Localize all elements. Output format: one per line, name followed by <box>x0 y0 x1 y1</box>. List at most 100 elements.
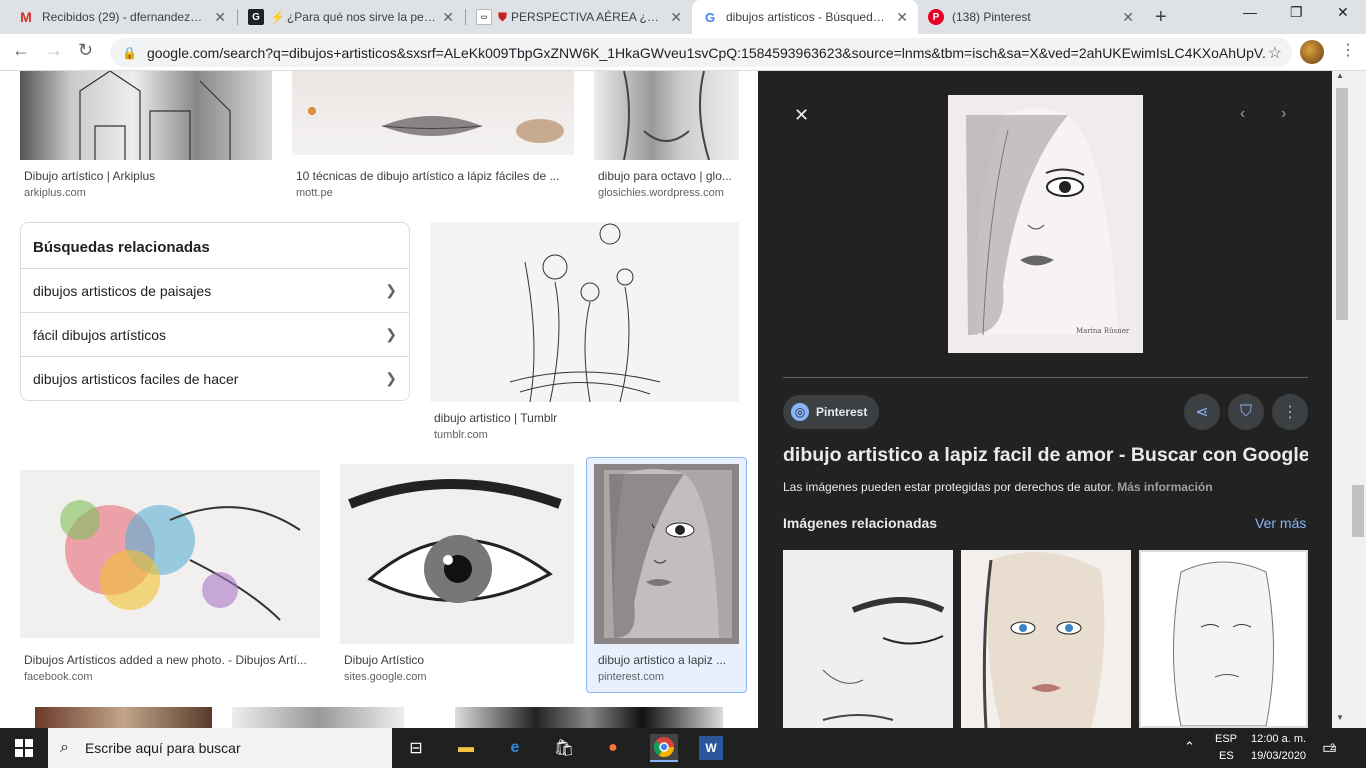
clock-time[interactable]: 12:00 a. m. <box>1251 733 1306 745</box>
related-image[interactable] <box>783 550 953 728</box>
reload-button[interactable]: ↻ <box>78 40 93 61</box>
notifications-button[interactable]: ▭ 2 <box>1322 738 1346 758</box>
result-thumb-arkiplus[interactable] <box>20 71 272 160</box>
result-caption[interactable]: dibujo artistico | Tumblr <box>434 411 734 425</box>
new-tab-button[interactable]: + <box>1155 6 1167 29</box>
signature-text: Marina Rüsner <box>1076 327 1130 335</box>
page-scroll-thumb[interactable] <box>1352 485 1364 537</box>
close-tab-icon[interactable]: ✕ <box>1122 9 1134 26</box>
close-window-button[interactable]: ✕ <box>1337 4 1349 21</box>
related-image[interactable] <box>1139 550 1308 728</box>
see-more-link[interactable]: Ver más <box>1255 515 1306 531</box>
back-button[interactable]: ← <box>12 40 30 61</box>
chrome-icon[interactable] <box>650 734 678 762</box>
language-bottom[interactable]: ES <box>1219 750 1234 762</box>
tab-gmail[interactable]: M Recibidos (29) - dfernandezalva ✕ <box>8 0 236 34</box>
save-button[interactable]: ⛉ <box>1228 394 1264 430</box>
edge-icon[interactable]: e <box>503 736 527 760</box>
profile-avatar[interactable] <box>1300 40 1324 64</box>
close-tab-icon[interactable]: ✕ <box>214 9 226 26</box>
tab-perspectiva[interactable]: G ⚡ ¿Para qué nos sirve la persp ✕ <box>238 0 464 34</box>
taskbar-search-placeholder: Escribe aquí para buscar <box>84 740 241 756</box>
minimize-button[interactable]: — <box>1243 4 1257 20</box>
source-chip[interactable]: ◎ Pinterest <box>783 395 880 429</box>
related-searches-card: Búsquedas relacionadas dibujos artistico… <box>20 222 410 401</box>
result-caption[interactable]: 10 técnicas de dibujo artístico a lápiz … <box>296 169 572 183</box>
maximize-button[interactable]: ❐ <box>1290 4 1303 21</box>
result-caption[interactable]: Dibujo artístico | Arkiplus <box>24 169 272 183</box>
related-search-item[interactable]: fácil dibujos artísticos ❯ <box>21 312 409 356</box>
share-icon: ⋖ <box>1195 404 1209 421</box>
related-image[interactable] <box>961 550 1131 728</box>
show-hidden-icons[interactable]: ⌃ <box>1184 739 1195 755</box>
sketch-woman-icon <box>1173 561 1274 727</box>
file-explorer-icon[interactable]: ▬ <box>454 736 478 760</box>
result-caption[interactable]: dibujo artistico a lapiz ... <box>598 653 736 667</box>
result-thumb-partial[interactable] <box>232 707 404 728</box>
sketch-jellyfish-icon <box>509 223 661 402</box>
related-search-item[interactable]: dibujos artisticos faciles de hacer ❯ <box>21 356 409 400</box>
windows-logo-icon <box>15 739 33 757</box>
sketch-eye-icon <box>348 479 562 603</box>
more-info-link[interactable]: Más información <box>1117 480 1212 494</box>
search-icon: ⌕ <box>60 739 69 756</box>
related-search-item[interactable]: dibujos artisticos de paisajes ❯ <box>21 268 409 312</box>
chevron-right-icon: ❯ <box>385 282 397 298</box>
close-tab-icon[interactable]: ✕ <box>670 9 682 26</box>
share-button[interactable]: ⋖ <box>1184 394 1220 430</box>
preview-title[interactable]: dibujo artistico a lapiz facil de amor -… <box>783 444 1308 467</box>
related-searches-title: Búsquedas relacionadas <box>33 239 210 256</box>
clock-date[interactable]: 19/03/2020 <box>1251 750 1306 762</box>
tab-perspectiva-aerea[interactable]: ▭ ⛊ PERSPECTIVA AÉREA ¿Qué ✕ <box>466 0 692 34</box>
result-source: pinterest.com <box>598 671 665 683</box>
language-top[interactable]: ESP <box>1215 733 1237 745</box>
task-view-icon[interactable]: ⊟ <box>404 736 428 760</box>
notification-count: 2 <box>1330 742 1336 752</box>
result-thumb-eye[interactable] <box>340 464 574 644</box>
result-source: glosichies.wordpress.com <box>598 187 724 199</box>
sketch-face-icon <box>604 469 732 638</box>
tab-google-search[interactable]: G dibujos artisticos - Búsqueda de ✕ <box>692 0 918 34</box>
store-icon[interactable]: 🛍 <box>552 736 576 760</box>
firefox-icon[interactable]: ● <box>601 736 625 760</box>
tab-title: (138) Pinterest <box>952 10 1031 24</box>
result-source: arkiplus.com <box>24 187 86 199</box>
windows-start-button[interactable] <box>12 736 36 760</box>
result-caption[interactable]: Dibujos Artísticos added a new photo. - … <box>24 653 318 667</box>
result-thumb-glosichies[interactable] <box>594 71 739 160</box>
result-thumb-facebook[interactable] <box>20 470 320 638</box>
more-vert-icon: ⋮ <box>1282 404 1298 421</box>
scroll-up-icon[interactable]: ▲ <box>1336 71 1344 80</box>
bookmark-icon: ⛉ <box>1239 403 1252 420</box>
sketch-face-icon: Marina Rüsner <box>966 108 1130 336</box>
forward-button[interactable]: → <box>45 40 63 61</box>
related-images-heading: Imágenes relacionadas <box>783 515 938 531</box>
result-thumb-partial[interactable] <box>35 707 212 728</box>
result-caption[interactable]: Dibujo Artístico <box>344 653 572 667</box>
close-panel-button[interactable]: ✕ <box>794 105 809 126</box>
scroll-down-icon[interactable]: ▼ <box>1336 713 1344 722</box>
panel-scroll-thumb[interactable] <box>1336 88 1348 320</box>
close-tab-icon[interactable]: ✕ <box>896 9 908 26</box>
result-thumb-mott[interactable] <box>292 71 574 155</box>
result-thumb-partial[interactable] <box>455 707 723 728</box>
bookmark-star-icon[interactable]: ☆ <box>1268 43 1282 63</box>
close-tab-icon[interactable]: ✕ <box>442 9 454 26</box>
preview-image[interactable]: Marina Rüsner <box>948 95 1143 353</box>
tab-pinterest[interactable]: P (138) Pinterest ✕ <box>918 0 1144 34</box>
taskbar-search-box[interactable]: ⌕ Escribe aquí para buscar <box>48 728 392 768</box>
result-thumb-pinterest[interactable] <box>594 464 739 644</box>
divider <box>783 377 1308 378</box>
site-icon: ▭ <box>476 9 492 25</box>
next-image-button[interactable]: › <box>1281 105 1286 123</box>
result-thumb-tumblr[interactable] <box>430 222 739 402</box>
more-options-button[interactable]: ⋮ <box>1272 394 1308 430</box>
sketch-lips-icon <box>308 107 564 143</box>
address-bar[interactable]: 🔒 google.com/search?q=dibujos+artisticos… <box>110 38 1292 67</box>
word-icon[interactable]: W <box>699 736 723 760</box>
tab-title: Recibidos (29) - dfernandezalva <box>42 10 209 24</box>
prev-image-button[interactable]: ‹ <box>1240 105 1245 123</box>
browser-menu-icon[interactable]: ⋮ <box>1340 40 1356 60</box>
tab-title: PERSPECTIVA AÉREA ¿Qué <box>511 10 665 24</box>
result-caption[interactable]: dibujo para octavo | glo... <box>598 169 738 183</box>
